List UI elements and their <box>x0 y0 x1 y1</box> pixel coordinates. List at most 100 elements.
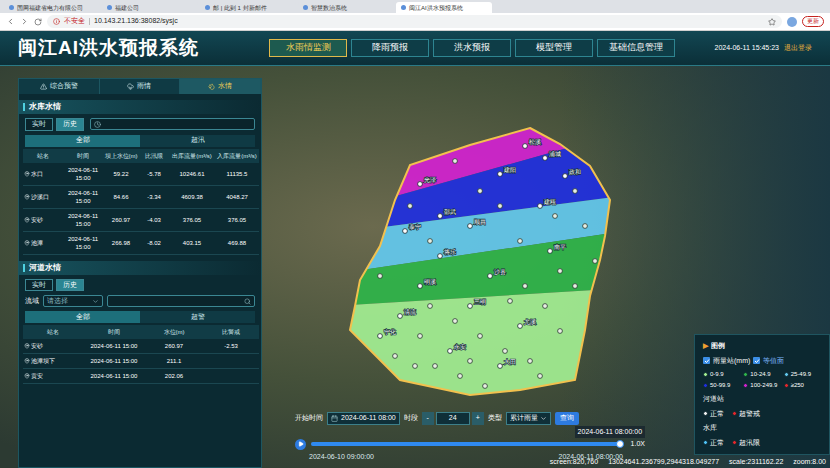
mode-tab[interactable]: 实时 <box>25 279 53 292</box>
table-row[interactable]: 安砂2024-06-11 15:00260.97-4.03376.05376.0… <box>23 208 259 231</box>
station-pin[interactable]: 将乐 <box>438 249 456 258</box>
station-pin[interactable]: 沙县 <box>488 269 506 278</box>
station-dot[interactable] <box>573 284 578 289</box>
station-pin[interactable]: 明溪 <box>418 279 436 288</box>
station-dot[interactable] <box>508 299 513 304</box>
update-button[interactable]: 更新 <box>802 16 824 27</box>
station-pin[interactable]: 清流 <box>398 308 416 318</box>
station-pin[interactable]: 建瓯 <box>538 199 556 208</box>
station-pin[interactable]: 大田 <box>498 359 516 368</box>
sidebar-tab[interactable]: 水情 <box>180 79 261 94</box>
sidebar-tab[interactable]: 雨情 <box>100 79 181 94</box>
station-dot[interactable] <box>433 364 438 369</box>
station-pin[interactable]: 光泽 <box>418 177 436 186</box>
station-dot[interactable] <box>583 224 588 229</box>
start-field[interactable]: 2024-06-11 08:00 <box>327 412 400 425</box>
sidebar-tab[interactable]: 综合预警 <box>19 79 100 94</box>
station-dot[interactable] <box>408 204 413 209</box>
station-dot[interactable] <box>528 359 533 364</box>
station-pin[interactable]: 尤溪 <box>518 319 536 328</box>
mode-tab[interactable]: 实时 <box>25 118 53 131</box>
station-dot[interactable] <box>553 214 558 219</box>
station-pin[interactable]: 浦城 <box>543 151 561 160</box>
station-dot[interactable] <box>538 374 543 379</box>
browser-tab[interactable]: 福建公司 <box>102 2 198 13</box>
station-pin[interactable]: 泰宁 <box>403 223 421 233</box>
back-icon[interactable] <box>6 17 15 26</box>
period-field[interactable]: 24 <box>436 412 470 425</box>
play-button[interactable] <box>295 439 306 450</box>
station-dot[interactable] <box>498 204 503 209</box>
station-dot[interactable] <box>478 334 483 339</box>
checkbox[interactable] <box>753 357 760 364</box>
omnibox[interactable]: 不安全10.143.21.136:38082/sysjc <box>47 15 782 28</box>
station-pin[interactable]: 政和 <box>563 169 581 178</box>
station-dot[interactable] <box>453 319 458 324</box>
station-dot[interactable] <box>543 304 548 309</box>
mode-tab[interactable]: 历史 <box>56 279 84 292</box>
nav-tab[interactable]: 降雨预报 <box>351 39 429 57</box>
search-field[interactable] <box>107 295 255 307</box>
browser-tab[interactable]: 国网福建省电力有限公司 <box>4 2 100 13</box>
bookmark-star-icon[interactable] <box>768 18 776 26</box>
station-dot[interactable] <box>483 384 488 389</box>
station-pin[interactable]: 永安 <box>448 343 466 353</box>
table-row[interactable]: 池潭2024-06-11 15:00266.98-8.02403.15469.8… <box>23 231 259 254</box>
reload-icon[interactable] <box>34 18 42 26</box>
station-pin[interactable]: 南平 <box>548 244 566 253</box>
table-row[interactable]: 安砂2024-06-11 15:00260.97-2.53 <box>23 339 259 354</box>
station-dot[interactable] <box>518 239 523 244</box>
station-dot[interactable] <box>523 284 528 289</box>
query-button[interactable]: 查询 <box>555 412 579 425</box>
basin-select[interactable]: 请选择 <box>43 295 103 307</box>
filter-tab[interactable]: 超警 <box>140 311 255 323</box>
station-dot[interactable] <box>558 269 563 274</box>
station-dot[interactable] <box>428 304 433 309</box>
station-dot[interactable] <box>453 159 458 164</box>
speed-label[interactable]: 1.0X <box>631 439 645 450</box>
timeline-handle[interactable]: 2024-06-11 08:00:00 <box>616 440 624 448</box>
station-dot[interactable] <box>378 274 383 279</box>
table-row[interactable]: 贡安2024-06-11 15:00202.06 <box>23 369 259 384</box>
station-pin[interactable]: 宁化 <box>378 328 396 338</box>
nav-tab[interactable]: 模型管理 <box>515 39 593 57</box>
station-dot[interactable] <box>573 189 578 194</box>
nav-tab[interactable]: 水雨情监测 <box>269 39 347 57</box>
type-select[interactable]: 累计雨量 <box>506 412 551 425</box>
minus-button[interactable]: - <box>422 412 434 425</box>
browser-tab[interactable]: 邮 | 此到 1 封新邮件 <box>200 2 296 13</box>
table-row[interactable]: 沙溪口2024-06-11 15:0084.66-3.344609.384048… <box>23 185 259 208</box>
browser-tab[interactable]: 闽江AI洪水预报系统 <box>396 2 492 13</box>
nav-tab[interactable]: 洪水预报 <box>433 39 511 57</box>
date-field[interactable] <box>90 118 255 130</box>
station-pin[interactable]: 顺昌 <box>468 219 486 228</box>
station-pin[interactable]: 松溪 <box>523 139 541 148</box>
station-pin[interactable]: 三明 <box>468 299 486 308</box>
profile-icon[interactable] <box>787 17 797 27</box>
station-dot[interactable] <box>458 374 463 379</box>
filter-tab[interactable]: 超汛 <box>140 135 255 147</box>
filter-tab[interactable]: 全部 <box>25 311 140 323</box>
timeline-track[interactable]: 2024-06-11 08:00:00 <box>311 442 620 446</box>
station-dot[interactable] <box>558 329 563 334</box>
filter-tab[interactable]: 全部 <box>25 135 140 147</box>
station-dot[interactable] <box>428 239 433 244</box>
nav-tab[interactable]: 基础信息管理 <box>597 39 675 57</box>
station-dot[interactable] <box>503 349 508 354</box>
table-row[interactable]: 池潭坝下2024-06-11 15:00211.1 <box>23 354 259 369</box>
forward-icon[interactable] <box>20 17 29 26</box>
station-pin[interactable]: 建阳 <box>498 167 516 176</box>
station-dot[interactable] <box>478 189 483 194</box>
checkbox[interactable] <box>703 357 710 364</box>
station-dot[interactable] <box>593 259 598 264</box>
station-dot[interactable] <box>468 359 473 364</box>
station-dot[interactable] <box>413 364 418 369</box>
mode-tab[interactable]: 历史 <box>56 118 84 131</box>
table-row[interactable]: 水口2024-06-11 15:0059.22-5.7810246.611113… <box>23 163 259 186</box>
station-dot[interactable] <box>393 354 398 359</box>
browser-tab[interactable]: 智慧数治系统 <box>298 2 394 13</box>
station-pin[interactable]: 邵武 <box>438 209 456 218</box>
plus-button[interactable]: + <box>472 412 484 425</box>
logout-link[interactable]: 退出登录 <box>784 43 812 54</box>
station-dot[interactable] <box>418 334 423 339</box>
